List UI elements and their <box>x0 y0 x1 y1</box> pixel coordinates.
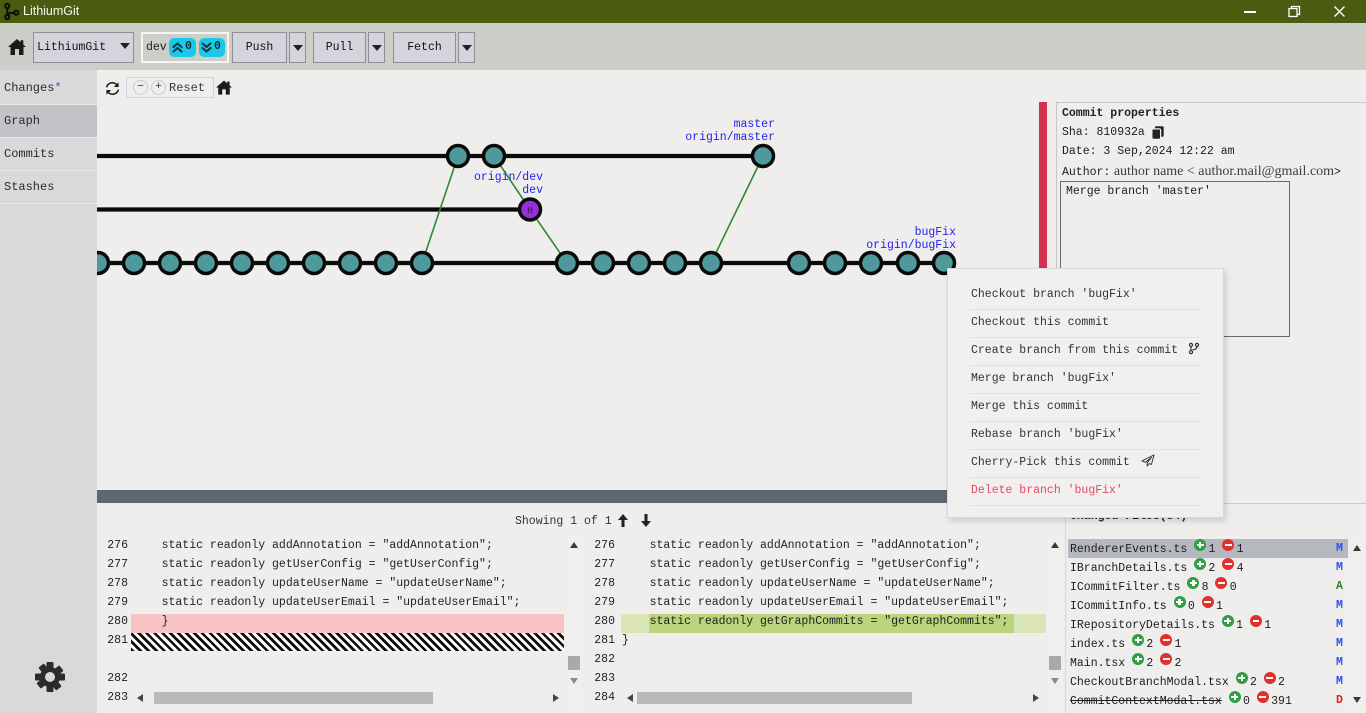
svg-text:origin/dev: origin/dev <box>474 171 543 184</box>
svg-text:origin/bugFix: origin/bugFix <box>866 239 956 252</box>
svg-text:origin/master: origin/master <box>685 131 775 144</box>
svg-text:master: master <box>734 118 775 131</box>
svg-text:dev: dev <box>522 184 543 197</box>
svg-text:H: H <box>527 207 533 218</box>
svg-text:bugFix: bugFix <box>915 226 957 239</box>
